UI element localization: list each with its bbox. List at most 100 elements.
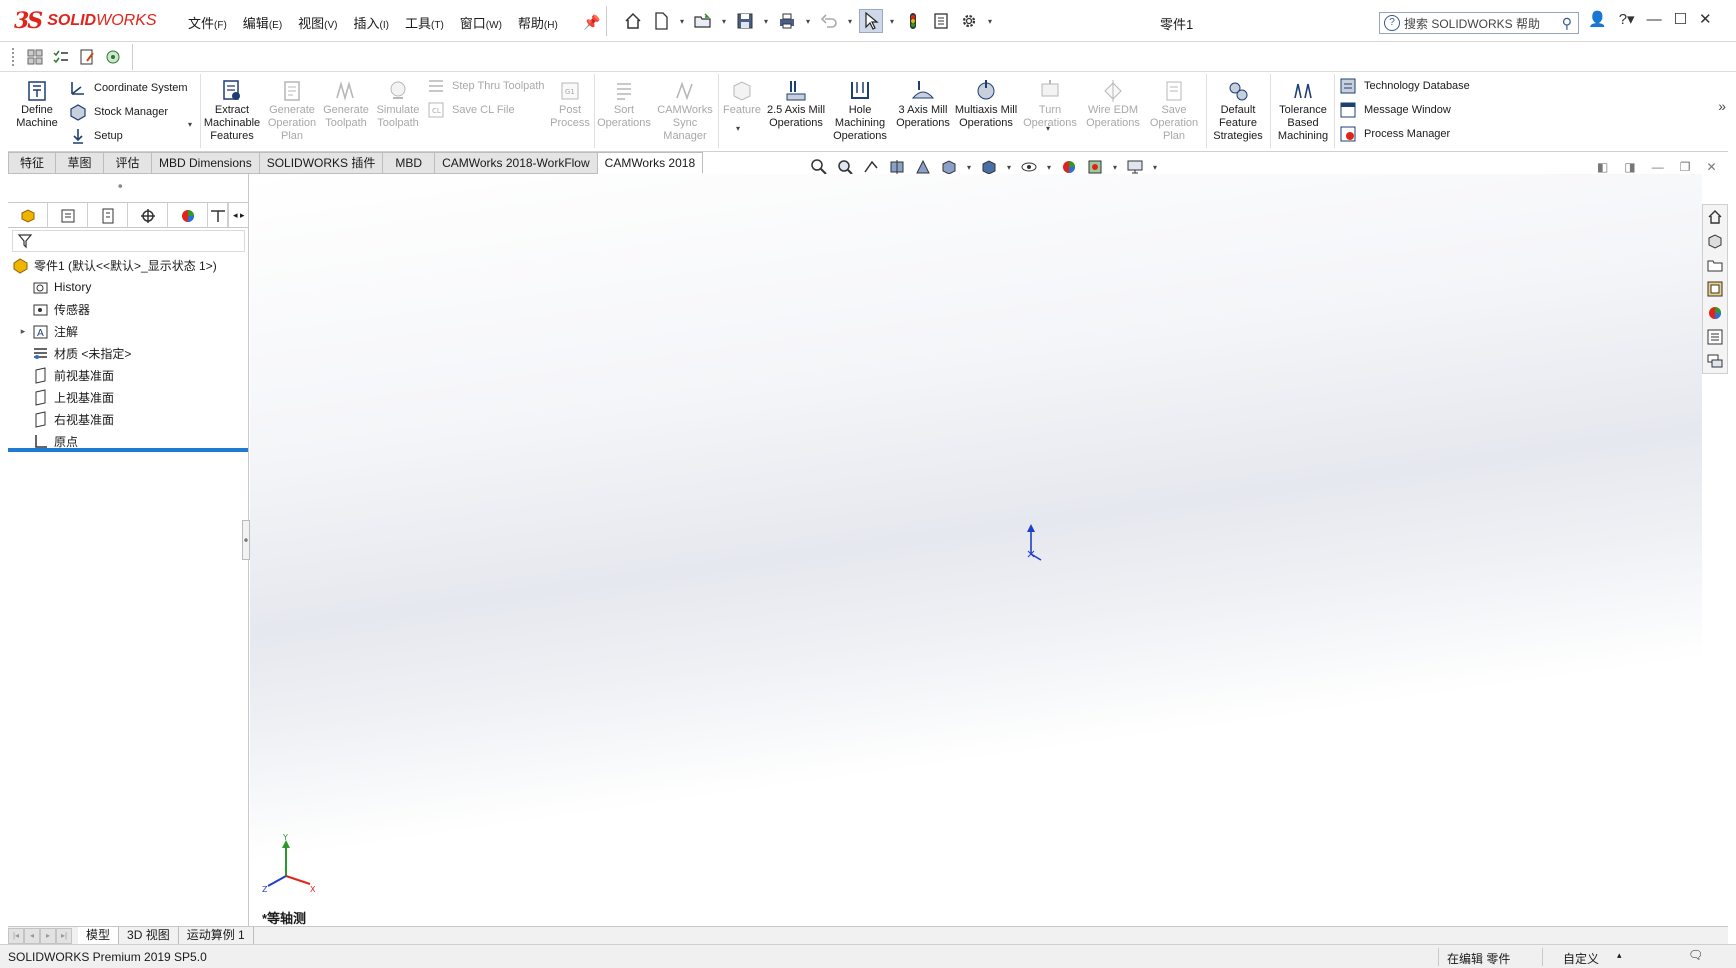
- generate-operation-plan-button[interactable]: Generate Operation Plan: [264, 78, 320, 143]
- forum-icon[interactable]: [1704, 351, 1726, 371]
- new-dropdown-icon[interactable]: ▾: [677, 17, 687, 26]
- axis3-mill-button[interactable]: 3 Axis Mill Operations: [892, 78, 954, 130]
- tree-item-sensors[interactable]: 传感器: [8, 298, 249, 320]
- options-dropdown-icon[interactable]: ▾: [985, 17, 995, 26]
- technology-database-button[interactable]: Technology Database: [1338, 76, 1470, 96]
- turn-operations-button[interactable]: Turn Operations: [1018, 78, 1082, 130]
- solidworks-resources-icon[interactable]: [1704, 207, 1726, 227]
- step-thru-toolpath-button[interactable]: Step Thru Toolpath: [426, 76, 545, 96]
- scroll-last-icon[interactable]: ▸|: [56, 927, 72, 944]
- user-account-icon[interactable]: 👤: [1588, 10, 1607, 28]
- save-operation-plan-button[interactable]: Save Operation Plan: [1146, 78, 1202, 143]
- tab-features[interactable]: 特征: [8, 152, 56, 174]
- graphics-area[interactable]: Y X Z *等轴测: [250, 174, 1702, 926]
- appearances-icon[interactable]: [1704, 303, 1726, 323]
- configuration-manager-tab-icon[interactable]: [88, 203, 128, 228]
- new-document-icon[interactable]: [649, 9, 673, 33]
- doc-minimize-icon[interactable]: —: [1652, 160, 1664, 174]
- pin-menu-icon[interactable]: 📌: [583, 14, 600, 31]
- rollback-bar[interactable]: [8, 448, 248, 452]
- tile-left-icon[interactable]: ◧: [1597, 160, 1608, 174]
- tab-motion-study[interactable]: 运动算例 1: [179, 927, 254, 944]
- tolerance-based-machining-button[interactable]: Tolerance Based Machining: [1272, 78, 1334, 143]
- menu-help[interactable]: 帮助(H): [510, 11, 566, 34]
- post-process-button[interactable]: G1 Post Process: [548, 78, 592, 130]
- print-dropdown-icon[interactable]: ▾: [803, 17, 813, 26]
- view-settings-dropdown-icon[interactable]: ▾: [1150, 163, 1160, 172]
- undo-icon[interactable]: [817, 9, 841, 33]
- tab-camworks-2018[interactable]: CAMWorks 2018: [597, 152, 704, 174]
- doc-close-icon[interactable]: ✕: [1706, 160, 1716, 174]
- display-manager-tab-icon[interactable]: [168, 203, 208, 228]
- custom-properties-icon[interactable]: [1704, 327, 1726, 347]
- process-manager-button[interactable]: Process Manager: [1338, 124, 1450, 144]
- origin-marker-icon[interactable]: [1025, 522, 1045, 562]
- setup-dropdown-icon[interactable]: ▾: [188, 120, 192, 129]
- define-machine-button[interactable]: Define Machine: [14, 78, 60, 130]
- undo-dropdown-icon[interactable]: ▾: [845, 17, 855, 26]
- home-icon[interactable]: [621, 9, 645, 33]
- maximize-window-icon[interactable]: ☐: [1674, 10, 1687, 28]
- coordinate-system-button[interactable]: Coordinate System: [68, 78, 188, 98]
- menu-tools[interactable]: 工具(T): [397, 11, 452, 34]
- tile-right-icon[interactable]: ◨: [1624, 160, 1635, 174]
- tree-item-material[interactable]: 材质 <未指定>: [8, 342, 249, 364]
- file-explorer-icon[interactable]: [1704, 255, 1726, 275]
- tree-root-part[interactable]: 零件1 (默认<<默认>_显示状态 1>): [8, 254, 249, 276]
- camworks-db-icon[interactable]: [102, 46, 124, 68]
- multiaxis-mill-button[interactable]: Multiaxis Mill Operations: [954, 78, 1018, 130]
- toolbar-grip[interactable]: [12, 48, 15, 66]
- tab-mbd[interactable]: MBD: [383, 152, 436, 174]
- menu-edit[interactable]: 编辑(E): [235, 11, 290, 34]
- message-bubble-icon[interactable]: 🗨: [1688, 948, 1703, 962]
- tree-item-top-plane[interactable]: 上视基准面: [8, 386, 249, 408]
- tab-mbd-dimensions[interactable]: MBD Dimensions: [152, 152, 260, 174]
- pane-tab-scroll[interactable]: ◂ ▸: [228, 203, 249, 227]
- camworks-sync-manager-button[interactable]: CAMWorks Sync Manager: [654, 78, 716, 143]
- help-search-input[interactable]: ? 搜索 SOLIDWORKS 帮助 ⚲: [1379, 12, 1579, 34]
- display-style-dropdown-icon[interactable]: ▾: [1004, 163, 1014, 172]
- tab-sketch[interactable]: 草图: [56, 152, 104, 174]
- menu-file[interactable]: 文件(F): [180, 11, 235, 34]
- help-menu-icon[interactable]: ?▾: [1619, 10, 1635, 28]
- message-window-button[interactable]: Message Window: [1338, 100, 1451, 120]
- tree-item-history[interactable]: History: [8, 276, 249, 298]
- tree-filter-field[interactable]: [12, 230, 245, 252]
- doc-restore-icon[interactable]: ❐: [1680, 160, 1691, 174]
- rebuild-icon[interactable]: [901, 9, 925, 33]
- feature-tree-tab-icon[interactable]: [8, 203, 48, 228]
- tab-evaluate[interactable]: 评估: [104, 152, 152, 174]
- design-library-icon[interactable]: [1704, 231, 1726, 251]
- tree-item-annotations[interactable]: ▸ A 注解: [8, 320, 249, 342]
- turn-dropdown-icon[interactable]: ▾: [1046, 124, 1050, 133]
- scroll-next-icon[interactable]: ▸: [40, 927, 56, 944]
- tab-3d-view[interactable]: 3D 视图: [119, 927, 179, 944]
- view-palette-icon[interactable]: [1704, 279, 1726, 299]
- print-icon[interactable]: [775, 9, 799, 33]
- feature-button[interactable]: Feature: [720, 78, 764, 117]
- tab-solidworks-addins[interactable]: SOLIDWORKS 插件: [259, 152, 384, 174]
- hole-machining-button[interactable]: Hole Machining Operations: [828, 78, 892, 143]
- property-manager-tab-icon[interactable]: [48, 203, 88, 228]
- open-folder-icon[interactable]: [691, 9, 715, 33]
- save-cl-file-button[interactable]: CL Save CL File: [426, 100, 515, 120]
- tab-camworks-workflow[interactable]: CAMWorks 2018-WorkFlow: [435, 152, 598, 174]
- close-window-icon[interactable]: ✕: [1699, 10, 1712, 28]
- generate-toolpath-button[interactable]: Generate Toolpath: [320, 78, 372, 130]
- search-icon[interactable]: ⚲: [1562, 15, 1572, 32]
- sort-operations-button[interactable]: Sort Operations: [596, 78, 652, 130]
- file-properties-icon[interactable]: [929, 9, 953, 33]
- menu-view[interactable]: 视图(V): [290, 11, 345, 34]
- menu-window[interactable]: 窗口(W): [452, 11, 510, 34]
- unit-system-dropdown-icon[interactable]: ▴: [1617, 950, 1622, 961]
- setup-button[interactable]: Setup: [68, 126, 123, 146]
- simulate-toolpath-button[interactable]: Simulate Toolpath: [372, 78, 424, 130]
- feature-dropdown-icon[interactable]: ▾: [736, 124, 740, 133]
- feature-grid-icon[interactable]: [24, 46, 46, 68]
- document-edit-icon[interactable]: [76, 46, 98, 68]
- save-dropdown-icon[interactable]: ▾: [761, 17, 771, 26]
- tree-item-front-plane[interactable]: 前视基准面: [8, 364, 249, 386]
- scroll-first-icon[interactable]: |◂: [8, 927, 24, 944]
- options-gear-icon[interactable]: [957, 9, 981, 33]
- select-pointer-icon[interactable]: [859, 9, 883, 33]
